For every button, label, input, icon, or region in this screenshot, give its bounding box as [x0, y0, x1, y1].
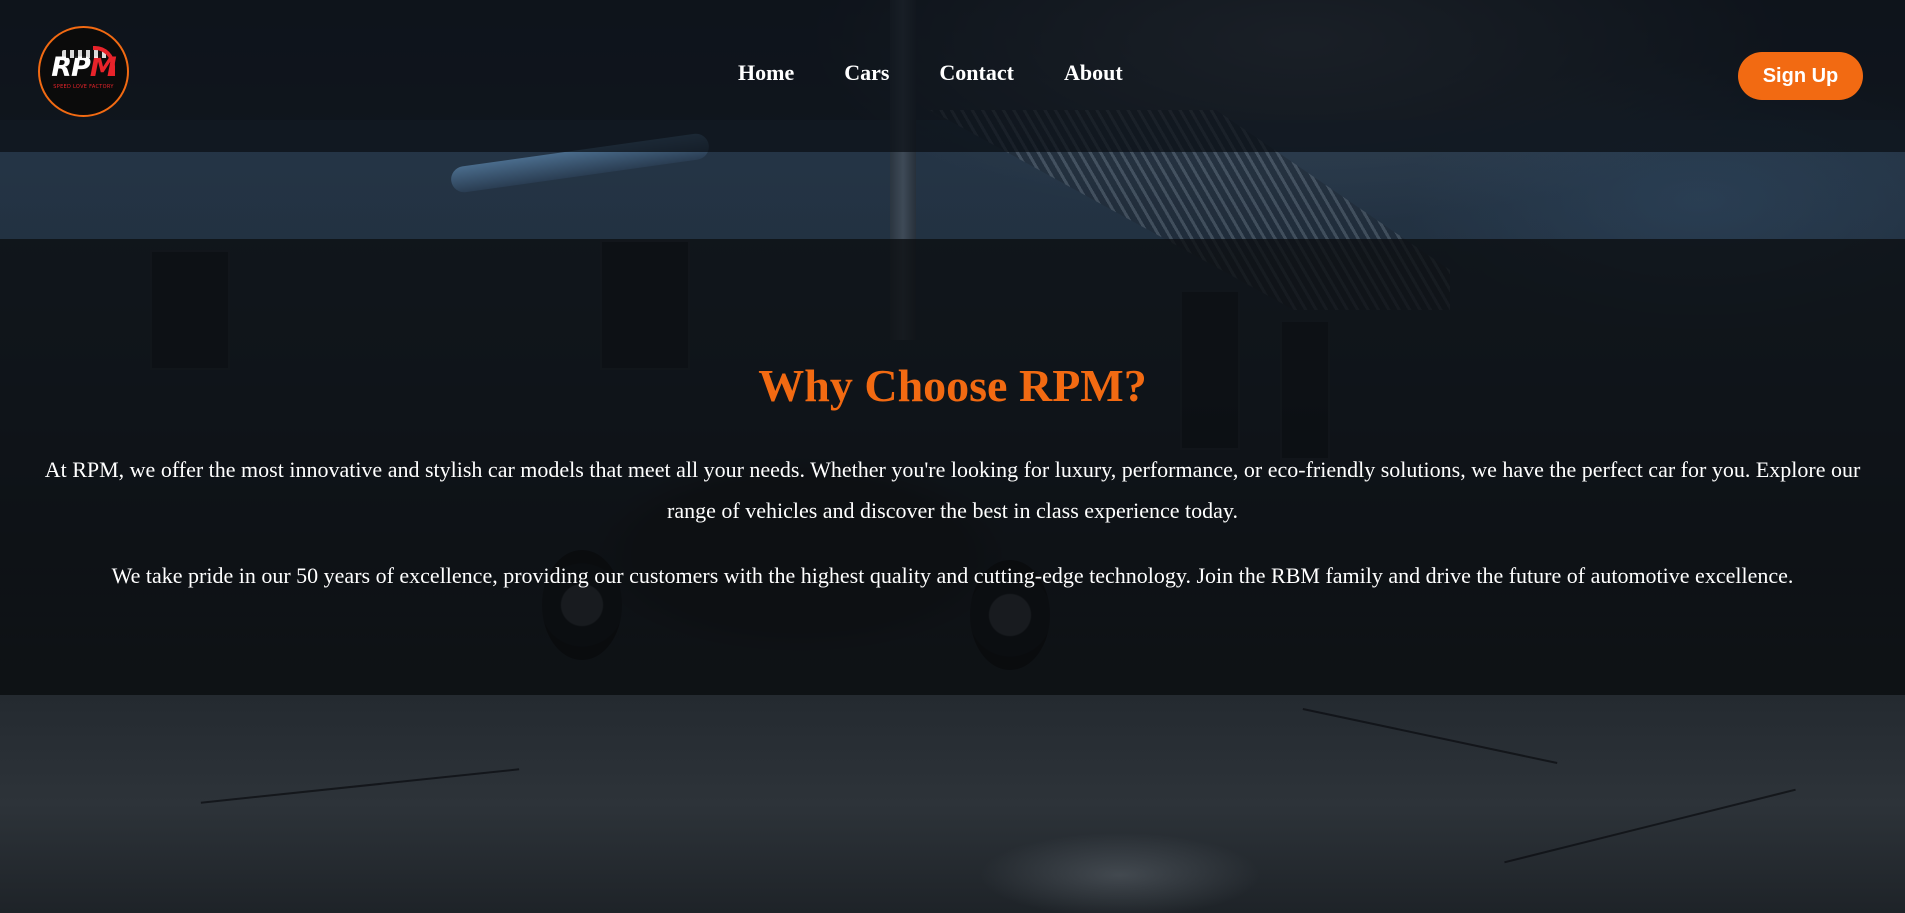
- ground-shape: [0, 695, 1905, 913]
- ground-crack: [1302, 707, 1558, 765]
- nav-link-cars[interactable]: Cars: [844, 60, 889, 86]
- site-header: RPM SPEED LOVE FACTORY Home Cars Contact…: [0, 0, 1905, 152]
- logo-tagline: SPEED LOVE FACTORY: [53, 83, 114, 90]
- intro-paragraph: At RPM, we offer the most innovative and…: [44, 457, 1861, 523]
- ground-crack: [200, 768, 520, 804]
- pride-paragraph: We take pride in our 50 years of excelle…: [111, 563, 1794, 588]
- section-title: Why Choose RPM?: [758, 360, 1147, 411]
- nav-link-about[interactable]: About: [1064, 60, 1123, 86]
- tachometer-arc-icon: [93, 46, 115, 76]
- why-choose-section: Why Choose RPM? At RPM, we offer the mos…: [0, 239, 1905, 695]
- rpm-logo[interactable]: RPM SPEED LOVE FACTORY: [38, 26, 129, 117]
- nav-link-home[interactable]: Home: [738, 60, 794, 86]
- ground-crack: [1504, 788, 1796, 864]
- nav-link-contact[interactable]: Contact: [939, 60, 1014, 86]
- sign-up-button[interactable]: Sign Up: [1738, 52, 1863, 100]
- main-nav: Home Cars Contact About: [738, 60, 1123, 86]
